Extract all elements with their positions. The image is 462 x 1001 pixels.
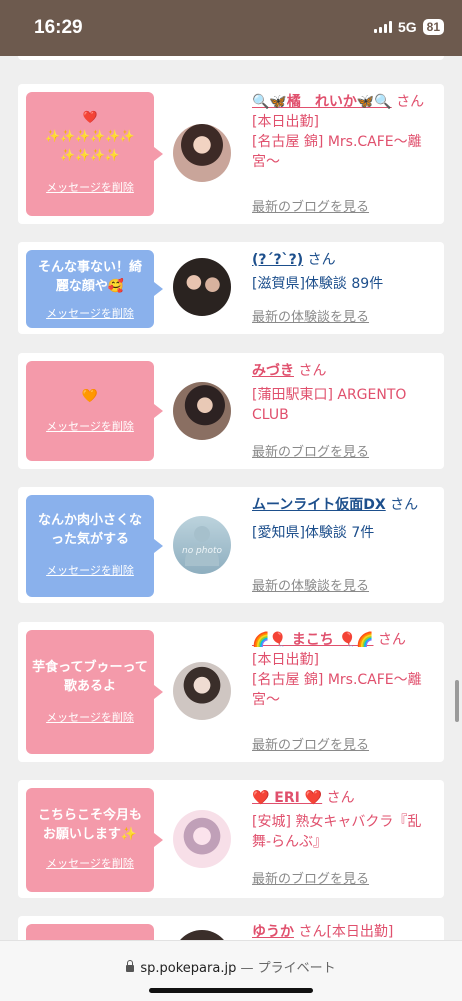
honorific: さん (326, 790, 355, 806)
delete-message-link[interactable]: メッセージを削除 (26, 178, 154, 197)
user-info: みづき さん [蒲田駅東口] ARGENTO CLUB (252, 361, 428, 425)
message-card: こちらこそ今月もお願いします✨ メッセージを削除 ❤️ ERI ❤️ さん [安… (18, 780, 444, 898)
detail-line: [蒲田駅東口] ARGENTO CLUB (252, 387, 407, 423)
message-card: ❤️ ✨✨✨✨✨✨ ✨✨✨✨ メッセージを削除 🔍🦋橘 れいか🦋🔍 さん [本日… (18, 84, 444, 224)
signal-icon (373, 21, 392, 33)
detail-line: [名古屋 錦] Mrs.CAFE〜離宮〜 (252, 134, 422, 170)
no-photo-icon[interactable]: no photo (173, 516, 231, 574)
detail-line: [本日出勤] (252, 114, 319, 130)
user-name-link[interactable]: ムーンライト仮面DX (252, 497, 386, 513)
message-bubble: そんな事ない！綺麗な顔や🥰 メッセージを削除 (26, 250, 163, 328)
honorific: さん (377, 632, 406, 648)
latest-blog-link[interactable]: 最新のブログを見る (252, 196, 369, 215)
user-info: 🔍🦋橘 れいか🦋🔍 さん [本日出勤] [名古屋 錦] Mrs.CAFE〜離宮〜 (252, 92, 428, 172)
avatar[interactable] (173, 662, 231, 720)
message-card-previous (18, 56, 444, 60)
home-indicator[interactable] (149, 988, 313, 993)
url-text: sp.pokepara.jp (140, 961, 237, 976)
detail-line: [滋賀県]体験談 89件 (252, 276, 384, 292)
url-bar[interactable]: sp.pokepara.jp — プライベート (0, 957, 462, 976)
message-text: 芋食ってブゥーって歌あるよ (32, 660, 148, 694)
bubble-tail (154, 147, 163, 161)
network-label: 5G (397, 19, 417, 35)
battery-icon: 81 (422, 19, 444, 35)
user-info: ムーンライト仮面DX さん [愛知県]体験談 7件 (252, 495, 428, 543)
detail-line: [愛知県]体験談 7件 (252, 525, 375, 541)
delete-message-link[interactable]: メッセージを削除 (26, 561, 154, 580)
message-bubble: 芋食ってブゥーって歌あるよ メッセージを削除 (26, 630, 163, 754)
message-bubble: 🧡 メッセージを削除 (26, 361, 163, 461)
bubble-tail (154, 539, 163, 553)
user-name-link[interactable]: (?´?`?) (252, 252, 303, 268)
user-name-link[interactable]: 🔍🦋橘 れいか🦋🔍 (252, 94, 392, 110)
honorific: さん (390, 497, 419, 513)
message-card: 芋食ってブゥーって歌あるよ メッセージを削除 🌈🎈 まこち 🎈🌈 さん [本日出… (18, 622, 444, 762)
scrollbar[interactable] (455, 680, 459, 722)
user-info: ゆうか さん[本日出勤] (252, 922, 428, 940)
message-text: 🧡 (81, 389, 99, 404)
lock-icon (126, 960, 135, 972)
user-name-link[interactable]: ❤️ ERI ❤️ (252, 790, 322, 806)
private-label: — プライベート (240, 961, 336, 976)
honorific: さん (307, 252, 336, 268)
message-text: そんな事ない！綺麗な顔や🥰 (37, 260, 142, 294)
bubble-tail (154, 833, 163, 847)
user-name-link[interactable]: みづき (252, 363, 294, 379)
no-photo-label: no photo (181, 546, 223, 556)
avatar[interactable] (173, 124, 231, 182)
status-icons: 5G 81 (373, 19, 444, 35)
message-text: ❤️ ✨✨✨✨✨✨ ✨✨✨✨ (45, 110, 135, 162)
user-name-link[interactable]: ゆうか (252, 924, 294, 940)
message-text: こちらこそ今月もお願いします✨ (37, 808, 142, 842)
user-info: 🌈🎈 まこち 🎈🌈 さん [本日出勤] [名古屋 錦] Mrs.CAFE〜離宮〜 (252, 630, 428, 710)
message-card: そんな事ない！綺麗な顔や🥰 メッセージを削除 (?´?`?) さん [滋賀県]体… (18, 242, 444, 334)
honorific: さん[本日出勤] (298, 924, 394, 940)
bubble-tail (154, 404, 163, 418)
bubble-tail (154, 282, 163, 296)
delete-message-link[interactable]: メッセージを削除 (26, 708, 154, 727)
avatar[interactable] (173, 258, 231, 316)
user-name-link[interactable]: 🌈🎈 まこち 🎈🌈 (252, 632, 373, 648)
detail-line: [安城] 熟女キャバクラ『乱舞-らんぶ』 (252, 814, 422, 850)
message-card: なんか肉小さくなった気がする メッセージを削除 no photo ムーンライト仮… (18, 487, 444, 603)
latest-blog-link[interactable]: 最新のブログを見る (252, 441, 369, 460)
latest-review-link[interactable]: 最新の体験談を見る (252, 306, 369, 325)
message-bubble: こちらこそ今月もお願いします✨ メッセージを削除 (26, 788, 163, 892)
latest-blog-link[interactable]: 最新のブログを見る (252, 734, 369, 753)
delete-message-link[interactable]: メッセージを削除 (26, 304, 154, 323)
avatar[interactable] (173, 382, 231, 440)
delete-message-link[interactable]: メッセージを削除 (26, 854, 154, 873)
detail-line: [本日出勤] (252, 652, 319, 668)
bubble-tail (154, 685, 163, 699)
latest-blog-link[interactable]: 最新のブログを見る (252, 868, 369, 887)
message-text: なんか肉小さくなった気がする (37, 513, 142, 547)
delete-message-link[interactable]: メッセージを削除 (26, 417, 154, 436)
browser-bar: sp.pokepara.jp — プライベート (0, 940, 462, 1001)
clock: 16:29 (34, 17, 83, 38)
honorific: さん (298, 363, 327, 379)
latest-review-link[interactable]: 最新の体験談を見る (252, 575, 369, 594)
message-bubble: なんか肉小さくなった気がする メッセージを削除 (26, 495, 163, 597)
user-info: ❤️ ERI ❤️ さん [安城] 熟女キャバクラ『乱舞-らんぶ』 (252, 788, 428, 852)
honorific: さん (396, 94, 425, 110)
detail-line: [名古屋 錦] Mrs.CAFE〜離宮〜 (252, 672, 422, 708)
message-card: ゆうか さん[本日出勤] (18, 916, 444, 940)
avatar[interactable] (173, 810, 231, 868)
user-info: (?´?`?) さん [滋賀県]体験談 89件 (252, 250, 428, 294)
message-card: 🧡 メッセージを削除 みづき さん [蒲田駅東口] ARGENTO CLUB 最… (18, 353, 444, 469)
status-bar: 16:29 5G 81 (0, 0, 462, 56)
message-bubble: ❤️ ✨✨✨✨✨✨ ✨✨✨✨ メッセージを削除 (26, 92, 163, 216)
avatar[interactable] (173, 930, 231, 940)
message-bubble (26, 924, 154, 940)
message-list[interactable]: ❤️ ✨✨✨✨✨✨ ✨✨✨✨ メッセージを削除 🔍🦋橘 れいか🦋🔍 さん [本日… (0, 56, 462, 940)
